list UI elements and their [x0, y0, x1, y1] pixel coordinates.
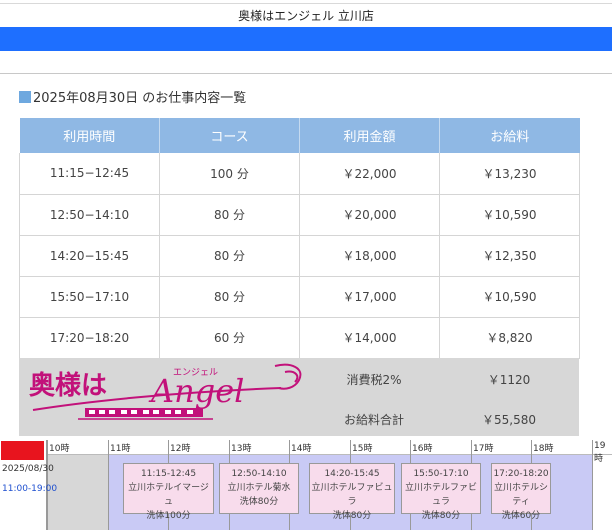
hour-label: 11時 — [110, 444, 131, 454]
schedule-shift: 11:00-19:00 — [2, 484, 58, 494]
booking-block[interactable]: 14:20-15:45 立川ホテルファビュラ 洗体80分 — [309, 463, 395, 521]
hour-label: 18時 — [533, 444, 554, 454]
cell-course: 60 分 — [159, 317, 300, 359]
booking-course: 洗体100分 — [146, 511, 191, 521]
booking-hotel: 立川ホテル菊水 — [227, 483, 291, 493]
cell-time: 17:20−18:20 — [19, 317, 160, 359]
booking-hotel: 立川ホテルファビュラ — [404, 483, 477, 507]
square-bullet-icon — [19, 90, 31, 103]
total-value: ￥55,580 — [482, 413, 536, 427]
hour-label: 17時 — [473, 444, 494, 454]
table-row: 15:50−17:10 80 分 ￥17,000 ￥10,590 — [19, 276, 580, 318]
cell-amount: ￥18,000 — [299, 235, 440, 277]
cell-time: 12:50−14:10 — [19, 194, 160, 236]
booking-course: 洗体80分 — [239, 497, 279, 507]
logo-main-text: 奥様は — [29, 370, 107, 401]
booking-block[interactable]: 12:50-14:10 立川ホテル菊水 洗体80分 — [219, 463, 299, 514]
table-row: 11:15−12:45 100 分 ￥22,000 ￥13,230 — [19, 153, 580, 195]
col-header-course: コース — [159, 118, 300, 153]
booking-block[interactable]: 15:50-17:10 立川ホテルファビュラ 洗体80分 — [401, 463, 481, 521]
schedule-timeline: 10時 11時 12時 13時 14時 15時 16時 17時 18時 19時 … — [0, 440, 612, 530]
hour-label: 15時 — [352, 444, 373, 454]
cell-time: 14:20−15:45 — [19, 235, 160, 277]
logo-script-text: Angel — [148, 372, 244, 410]
total-label: お給料合計 — [343, 413, 404, 427]
cell-amount: ￥14,000 — [299, 317, 440, 359]
hour-label: 12時 — [170, 444, 191, 454]
table-row: 17:20−18:20 60 分 ￥14,000 ￥8,820 — [19, 317, 580, 359]
page-heading-text: 2025年08月30日 のお仕事内容一覧 — [33, 91, 247, 106]
cell-pay: ￥12,350 — [439, 235, 580, 277]
header-bar — [0, 27, 612, 51]
booking-course: 洗体60分 — [501, 511, 541, 521]
hour-gridline — [108, 440, 109, 530]
col-header-time: 利用時間 — [19, 118, 160, 153]
booking-hotel: 立川ホテルファビュラ — [311, 483, 393, 507]
cell-amount: ￥20,000 — [299, 194, 440, 236]
section-divider — [0, 73, 612, 74]
cell-course: 80 分 — [159, 194, 300, 236]
cell-pay: ￥8,820 — [439, 317, 580, 359]
booking-block[interactable]: 11:15-12:45 立川ホテルイマージュ 洗体100分 — [123, 463, 214, 521]
angel-logo: 奥様は エンジェル Angel — [29, 363, 302, 420]
cell-course: 100 分 — [159, 153, 300, 195]
booking-time: 15:50-17:10 — [413, 469, 469, 479]
booking-time: 17:20-18:20 — [493, 469, 549, 479]
booking-course: 洗体80分 — [421, 511, 461, 521]
cell-amount: ￥22,000 — [299, 153, 440, 195]
table-row: 14:20−15:45 80 分 ￥18,000 ￥12,350 — [19, 235, 580, 277]
timeline-header-line — [47, 454, 612, 455]
col-header-amount: 利用金額 — [299, 118, 440, 153]
hour-label: 10時 — [49, 444, 70, 454]
hour-label: 14時 — [291, 444, 312, 454]
cell-pay: ￥10,590 — [439, 194, 580, 236]
cell-pay: ￥13,230 — [439, 153, 580, 195]
hour-label: 16時 — [412, 444, 433, 454]
booking-hotel: 立川ホテルイマージュ — [128, 483, 209, 507]
cell-pay: ￥10,590 — [439, 276, 580, 318]
cell-time: 11:15−12:45 — [19, 153, 160, 195]
cell-course: 80 分 — [159, 276, 300, 318]
cell-course: 80 分 — [159, 235, 300, 277]
tax-label: 消費税2% — [346, 373, 402, 387]
booking-time: 11:15-12:45 — [140, 469, 197, 479]
top-divider — [0, 3, 612, 4]
col-header-pay: お給料 — [439, 118, 580, 153]
schedule-date: 2025/08/30 — [2, 464, 54, 474]
booking-time: 14:20-15:45 — [324, 469, 380, 479]
table-row: 12:50−14:10 80 分 ￥20,000 ￥10,590 — [19, 194, 580, 236]
cell-amount: ￥17,000 — [299, 276, 440, 318]
booking-block[interactable]: 17:20-18:20 立川ホテルシティ 洗体60分 — [491, 463, 551, 521]
hour-label: 13時 — [231, 444, 252, 454]
schedule-date-cell: 2025/08/30 11:00-19:00 — [0, 440, 57, 530]
hour-gridline — [592, 440, 593, 530]
shop-name: 奥様はエンジェル 立川店 — [238, 9, 374, 23]
cell-time: 15:50−17:10 — [19, 276, 160, 318]
booking-time: 12:50-14:10 — [231, 469, 287, 479]
job-table: 利用時間 コース 利用金額 お給料 11:15−12:45 100 分 ￥22,… — [19, 118, 580, 359]
hour-label: 19時 — [594, 441, 606, 464]
page-heading: 2025年08月30日 のお仕事内容一覧 — [19, 87, 246, 106]
summary-panel: 奥様は エンジェル Angel 消費税2% ￥1120 お給料合計 ￥55,58… — [19, 358, 579, 436]
booking-hotel: 立川ホテルシティ — [493, 483, 548, 507]
train-icon — [78, 408, 213, 420]
date-marker — [1, 441, 44, 460]
booking-course: 洗体80分 — [332, 511, 372, 521]
table-header-row: 利用時間 コース 利用金額 お給料 — [19, 118, 580, 153]
tax-value: ￥1120 — [487, 373, 531, 387]
